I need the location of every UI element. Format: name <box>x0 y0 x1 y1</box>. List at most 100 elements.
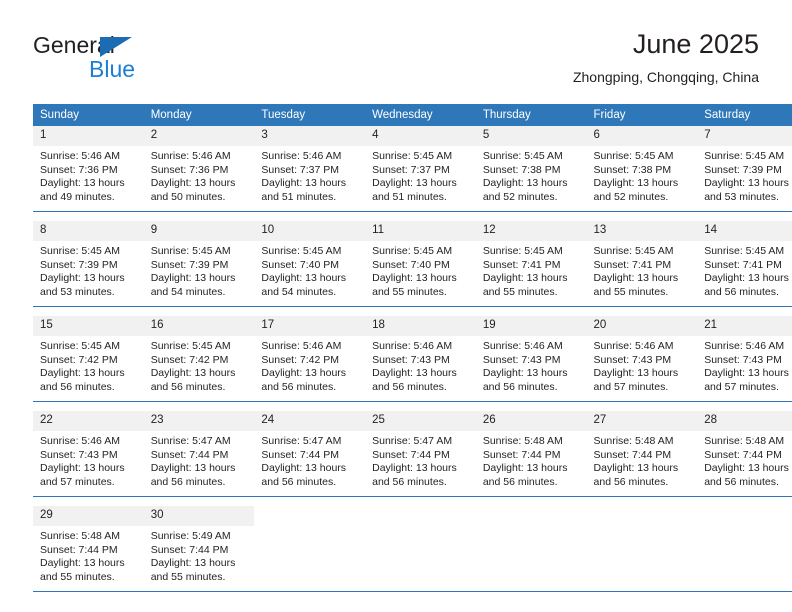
calendar-day-number: 15 <box>33 316 144 336</box>
calendar-day-details: Sunrise: 5:45 AM Sunset: 7:41 PM Daylight:… <box>476 241 587 299</box>
calendar-week-gap-cell <box>365 401 476 411</box>
calendar-day-cell[interactable]: 30 Sunrise: 5:49 AM Sunset: 7:44 PM Dayligh… <box>143 506 255 592</box>
calendar-table: Sunday Monday Tuesday Wednesday Thursday… <box>33 104 792 592</box>
calendar-day-sunrise: Sunrise: 5:46 AM <box>593 340 674 352</box>
calendar-day-number: 24 <box>254 411 366 431</box>
calendar-day-cell[interactable]: 11 Sunrise: 5:45 AM Sunset: 7:40 PM Dayligh… <box>365 221 476 307</box>
calendar-day-sunrise: Sunrise: 5:45 AM <box>704 245 785 257</box>
calendar-day-cell[interactable]: 2 Sunrise: 5:46 AM Sunset: 7:36 PM Daylight… <box>143 126 255 212</box>
calendar-day-details: Sunrise: 5:47 AM Sunset: 7:44 PM Daylight:… <box>144 431 255 489</box>
calendar-day-sunrise: Sunrise: 5:47 AM <box>150 435 231 447</box>
calendar-day-number: 6 <box>586 126 698 146</box>
calendar-week-row: 8 Sunrise: 5:45 AM Sunset: 7:39 PM Daylight… <box>33 221 792 307</box>
calendar-day-number: 20 <box>586 316 698 336</box>
weekday-header-sunday: Sunday <box>33 104 144 126</box>
calendar-day-cell[interactable]: 5 Sunrise: 5:45 AM Sunset: 7:38 PM Daylight… <box>475 126 587 212</box>
calendar-day-cell[interactable]: 22 Sunrise: 5:46 AM Sunset: 7:43 PM Dayligh… <box>33 411 144 497</box>
calendar-week-gap-cell <box>33 211 144 221</box>
calendar-day-details: Sunrise: 5:46 AM Sunset: 7:43 PM Daylight:… <box>365 336 476 394</box>
calendar-body: 1 Sunrise: 5:46 AM Sunset: 7:36 PM Daylight… <box>33 126 792 592</box>
calendar-week-gap-cell <box>254 496 366 506</box>
calendar-day-details: Sunrise: 5:46 AM Sunset: 7:43 PM Daylight:… <box>587 336 698 394</box>
calendar-day-cell[interactable]: 21 Sunrise: 5:46 AM Sunset: 7:43 PM Dayligh… <box>697 316 792 402</box>
calendar-day-sunset: Sunset: 7:44 PM <box>261 448 340 461</box>
calendar-day-number: 18 <box>365 316 476 336</box>
calendar-day-sunrise: Sunrise: 5:45 AM <box>372 150 453 162</box>
calendar-day-cell[interactable]: 18 Sunrise: 5:46 AM Sunset: 7:43 PM Dayligh… <box>365 316 476 402</box>
calendar-day-sunrise: Sunrise: 5:46 AM <box>40 435 120 447</box>
calendar-day-cell[interactable]: 7 Sunrise: 5:45 AM Sunset: 7:39 PM Daylight… <box>697 126 792 212</box>
calendar-day-sunrise: Sunrise: 5:45 AM <box>40 340 120 352</box>
calendar-day-sunset: Sunset: 7:41 PM <box>704 258 782 271</box>
calendar-day-sunset: Sunset: 7:42 PM <box>150 353 229 366</box>
calendar-week-gap-cell <box>475 496 587 506</box>
calendar-day-cell[interactable]: 14 Sunrise: 5:45 AM Sunset: 7:41 PM Dayligh… <box>697 221 792 307</box>
calendar-week-gap-cell <box>33 306 144 316</box>
calendar-day-sunrise: Sunrise: 5:48 AM <box>704 435 785 447</box>
calendar-day-daylight-line1: Daylight: 13 hours <box>593 177 679 190</box>
calendar-day-cell[interactable]: 20 Sunrise: 5:46 AM Sunset: 7:43 PM Dayligh… <box>586 316 698 402</box>
calendar-day-daylight-line2: and 56 minutes. <box>593 475 669 488</box>
calendar-week-gap-cell <box>254 306 366 316</box>
calendar-day-daylight-line1: Daylight: 13 hours <box>40 177 125 190</box>
calendar-day-cell[interactable]: 10 Sunrise: 5:45 AM Sunset: 7:40 PM Dayligh… <box>254 221 366 307</box>
calendar-day-sunrise: Sunrise: 5:47 AM <box>372 435 453 447</box>
calendar-day-sunset: Sunset: 7:39 PM <box>704 163 782 176</box>
calendar-day-daylight-line2: and 56 minutes. <box>261 475 337 488</box>
calendar-day-sunset: Sunset: 7:43 PM <box>482 353 561 366</box>
calendar-day-daylight-line1: Daylight: 13 hours <box>150 462 236 475</box>
calendar-day-daylight-line1: Daylight: 13 hours <box>372 367 457 380</box>
calendar-week-gap-cell <box>365 306 476 316</box>
calendar-day-cell[interactable]: 25 Sunrise: 5:47 AM Sunset: 7:44 PM Dayligh… <box>365 411 476 497</box>
weekday-header-friday: Friday <box>586 104 698 126</box>
calendar-week-gap-cell <box>143 306 255 316</box>
page-subtitle: Zhongping, Chongqing, China <box>572 69 759 85</box>
calendar-day-cell[interactable]: 26 Sunrise: 5:48 AM Sunset: 7:44 PM Dayligh… <box>475 411 587 497</box>
calendar-day-number: 25 <box>365 411 476 431</box>
calendar-day-cell[interactable]: 13 Sunrise: 5:45 AM Sunset: 7:41 PM Dayligh… <box>586 221 698 307</box>
calendar-day-daylight-line1: Daylight: 13 hours <box>150 557 236 570</box>
calendar-day-sunset: Sunset: 7:36 PM <box>150 163 229 176</box>
calendar-day-cell[interactable]: 12 Sunrise: 5:45 AM Sunset: 7:41 PM Dayligh… <box>475 221 587 307</box>
calendar-day-details: Sunrise: 5:45 AM Sunset: 7:42 PM Daylight:… <box>144 336 255 394</box>
calendar-day-cell[interactable]: 28 Sunrise: 5:48 AM Sunset: 7:44 PM Dayligh… <box>697 411 792 497</box>
calendar-week-gap-cell <box>586 496 698 506</box>
calendar-day-sunrise: Sunrise: 5:45 AM <box>482 245 563 257</box>
calendar-day-daylight-line2: and 56 minutes. <box>482 380 558 393</box>
calendar-day-cell[interactable]: 19 Sunrise: 5:46 AM Sunset: 7:43 PM Dayligh… <box>475 316 587 402</box>
calendar-day-cell[interactable]: 9 Sunrise: 5:45 AM Sunset: 7:39 PM Daylight… <box>143 221 255 307</box>
calendar-day-cell[interactable]: 27 Sunrise: 5:48 AM Sunset: 7:44 PM Dayligh… <box>586 411 698 497</box>
calendar-day-details: Sunrise: 5:46 AM Sunset: 7:43 PM Daylight:… <box>476 336 587 394</box>
calendar-day-number: 21 <box>697 316 792 336</box>
calendar-day-number: 30 <box>143 506 255 526</box>
calendar-day-cell[interactable]: 23 Sunrise: 5:47 AM Sunset: 7:44 PM Dayligh… <box>143 411 255 497</box>
calendar-week-gap-cell <box>697 401 792 411</box>
calendar-day-sunrise: Sunrise: 5:48 AM <box>482 435 563 447</box>
calendar-day-cell[interactable]: 8 Sunrise: 5:45 AM Sunset: 7:39 PM Daylight… <box>33 221 144 307</box>
calendar-day-cell[interactable]: 1 Sunrise: 5:46 AM Sunset: 7:36 PM Daylight… <box>33 126 144 212</box>
calendar-day-sunrise: Sunrise: 5:45 AM <box>482 150 563 162</box>
calendar-day-cell-empty <box>475 506 587 592</box>
calendar-day-details: Sunrise: 5:46 AM Sunset: 7:36 PM Daylight:… <box>33 146 144 204</box>
calendar-day-details <box>365 513 476 517</box>
calendar-day-cell[interactable]: 24 Sunrise: 5:47 AM Sunset: 7:44 PM Dayligh… <box>254 411 366 497</box>
calendar-day-sunrise: Sunrise: 5:49 AM <box>150 530 231 542</box>
calendar-day-cell[interactable]: 15 Sunrise: 5:45 AM Sunset: 7:42 PM Dayligh… <box>33 316 144 402</box>
logo-triangle-icon <box>100 37 132 57</box>
calendar-day-details <box>697 513 792 517</box>
weekday-header-thursday: Thursday <box>475 104 587 126</box>
calendar-day-details: Sunrise: 5:49 AM Sunset: 7:44 PM Daylight:… <box>144 526 255 584</box>
calendar-day-details: Sunrise: 5:45 AM Sunset: 7:37 PM Daylight:… <box>365 146 476 204</box>
page-title: June 2025 <box>632 29 759 59</box>
calendar-day-daylight-line1: Daylight: 13 hours <box>372 177 457 190</box>
calendar-day-sunset: Sunset: 7:44 PM <box>593 448 672 461</box>
calendar-day-cell[interactable]: 4 Sunrise: 5:45 AM Sunset: 7:37 PM Daylight… <box>365 126 476 212</box>
calendar-day-details: Sunrise: 5:45 AM Sunset: 7:38 PM Daylight:… <box>476 146 587 204</box>
calendar-day-cell[interactable]: 3 Sunrise: 5:46 AM Sunset: 7:37 PM Daylight… <box>254 126 366 212</box>
calendar-day-cell[interactable]: 6 Sunrise: 5:45 AM Sunset: 7:38 PM Daylight… <box>586 126 698 212</box>
calendar-day-details: Sunrise: 5:47 AM Sunset: 7:44 PM Daylight:… <box>254 431 365 489</box>
calendar-day-daylight-line2: and 54 minutes. <box>150 285 226 298</box>
calendar-day-cell[interactable]: 16 Sunrise: 5:45 AM Sunset: 7:42 PM Dayligh… <box>143 316 255 402</box>
calendar-day-cell[interactable]: 17 Sunrise: 5:46 AM Sunset: 7:42 PM Dayligh… <box>254 316 366 402</box>
calendar-day-cell[interactable]: 29 Sunrise: 5:48 AM Sunset: 7:44 PM Dayligh… <box>33 506 144 592</box>
